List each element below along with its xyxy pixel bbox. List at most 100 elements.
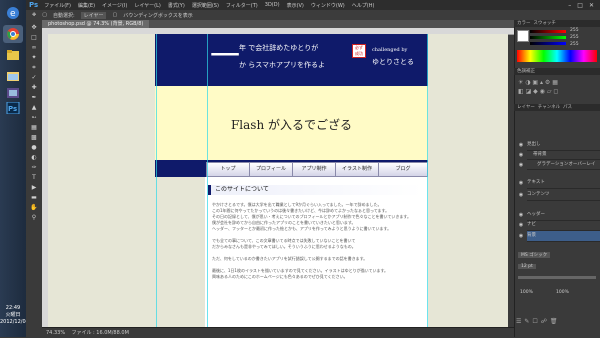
menu-view[interactable]: 表示(V) bbox=[287, 2, 304, 9]
blur-tool-icon[interactable]: ● bbox=[29, 144, 39, 152]
tab-swatch[interactable]: スウォッチ bbox=[533, 21, 556, 26]
panel-footer-icons[interactable]: ☰✎☐☍🗑 bbox=[516, 318, 596, 328]
folder-icon[interactable] bbox=[3, 67, 23, 85]
zoom-tool-icon[interactable]: ⚲ bbox=[29, 214, 39, 222]
color-panel-tab[interactable]: カラー スウォッチ bbox=[514, 20, 600, 27]
tab-color[interactable]: カラー bbox=[517, 21, 531, 26]
para-line: ヘッダー、フッターとか最初に作った絵とかも、アプリを作ってみようと思うように書い… bbox=[212, 226, 392, 231]
adjustments-panel-tab[interactable]: 色調補正 bbox=[514, 68, 600, 75]
file-info: ファイル : 16.0M/88.0M bbox=[71, 330, 129, 336]
eye-icon[interactable]: ◉ bbox=[517, 150, 525, 160]
brush-tool-icon[interactable]: ✒ bbox=[29, 94, 39, 102]
eye-icon[interactable]: ◉ bbox=[517, 178, 525, 188]
layers-panel-tab[interactable]: レイヤー チャンネル パス bbox=[514, 104, 600, 111]
shape-tool-icon[interactable]: ▬ bbox=[29, 194, 39, 202]
layer-row[interactable]: グラデーションオーバーレイ bbox=[527, 160, 600, 170]
adjustment-icons[interactable]: ☀ ◑ ▣ ▴ ⚙ ▦ ◧ ◪ ◆ ◉ ▱ ◻ bbox=[518, 78, 596, 96]
auto-select-label: 自動選択: bbox=[52, 12, 75, 19]
svg-text:e: e bbox=[10, 9, 16, 19]
blue-slider[interactable] bbox=[530, 42, 566, 45]
eyedropper-tool-icon[interactable]: ✓ bbox=[29, 74, 39, 82]
menu-window[interactable]: ウィンドウ(W) bbox=[311, 2, 345, 9]
eye-icon[interactable]: ◉ bbox=[517, 220, 525, 230]
eye-icon[interactable]: ◉ bbox=[517, 160, 525, 170]
pen-tool-icon[interactable]: ✑ bbox=[29, 164, 39, 172]
target-select[interactable]: レイヤー bbox=[80, 11, 107, 19]
lasso-tool-icon[interactable]: ∞ bbox=[29, 44, 39, 52]
menu-3d[interactable]: 3D(D) bbox=[265, 2, 280, 8]
auto-select-checkbox[interactable]: ▢ bbox=[42, 12, 47, 18]
chrome-icon[interactable] bbox=[3, 25, 23, 43]
color-spectrum[interactable] bbox=[517, 50, 597, 62]
menu-edit[interactable]: 編集(E) bbox=[78, 2, 95, 9]
eye-icon[interactable]: ◉ bbox=[517, 210, 525, 220]
para-line: 興味ある人のためにこのホームページにも色々あるのでぜひ見てください。 bbox=[212, 274, 348, 279]
gradient-tool-icon[interactable]: ▩ bbox=[29, 134, 39, 142]
maximize-icon[interactable]: □ bbox=[577, 2, 583, 9]
font-family-select[interactable]: MS ゴシック bbox=[518, 252, 551, 258]
guide-line bbox=[427, 34, 428, 327]
red-slider[interactable] bbox=[530, 30, 566, 33]
path-select-icon[interactable]: ▶ bbox=[29, 184, 39, 192]
windows-taskbar: e Ps 22:49 火曜日 2012/12/04 bbox=[0, 0, 29, 337]
layer-row[interactable]: 帯背景 bbox=[527, 150, 600, 160]
minimize-icon[interactable]: – bbox=[568, 2, 571, 9]
explorer-icon[interactable] bbox=[3, 46, 23, 64]
clock[interactable]: 22:49 火曜日 2012/12/04 bbox=[0, 305, 29, 326]
banner-text: Flash が入るでござる bbox=[230, 118, 353, 132]
transform-checkbox[interactable]: ▢ bbox=[112, 12, 117, 18]
menu-image[interactable]: イメージ(I) bbox=[102, 2, 127, 9]
close-icon[interactable]: ✕ bbox=[589, 2, 594, 9]
marquee-tool-icon[interactable]: □ bbox=[29, 34, 39, 42]
foreground-swatch[interactable] bbox=[517, 30, 529, 42]
type-tool-icon[interactable]: T bbox=[29, 174, 39, 182]
document-tab[interactable]: photoshop.psd @ 74.3% (背景, RGB/8) bbox=[42, 20, 150, 28]
tracking-slider[interactable] bbox=[518, 276, 596, 279]
eye-icon[interactable]: ◉ bbox=[517, 231, 525, 241]
layer-row-selected[interactable]: 背景 bbox=[527, 231, 600, 242]
layer-row[interactable]: ナビ bbox=[527, 220, 600, 231]
heal-tool-icon[interactable]: ✚ bbox=[29, 84, 39, 92]
nav-blog[interactable]: ブログ bbox=[378, 162, 428, 177]
nav-app[interactable]: アプリ制作 bbox=[292, 162, 336, 177]
opacity-field[interactable]: 100% bbox=[520, 290, 533, 295]
clock-time: 22:49 bbox=[5, 305, 21, 311]
menu-select[interactable]: 選択範囲(S) bbox=[192, 2, 219, 9]
crop-tool-icon[interactable]: ⌗ bbox=[29, 64, 39, 72]
zoom-level[interactable]: 74.33% bbox=[46, 330, 65, 336]
ie-icon[interactable]: e bbox=[3, 4, 23, 22]
photoshop-icon[interactable]: Ps bbox=[3, 99, 23, 117]
r-value[interactable]: 255 bbox=[570, 28, 579, 33]
green-slider[interactable] bbox=[530, 36, 566, 39]
layer-row[interactable]: テキスト bbox=[527, 178, 600, 189]
g-value[interactable]: 255 bbox=[570, 35, 579, 40]
section-title: このサイトについて bbox=[208, 185, 422, 195]
document-tab-bar: photoshop.psd @ 74.3% (背景, RGB/8) bbox=[42, 20, 514, 28]
font-size-field[interactable]: 12 pt bbox=[518, 264, 536, 269]
menu-help[interactable]: ヘルプ(H) bbox=[352, 2, 375, 9]
tab-layers[interactable]: レイヤー bbox=[517, 105, 535, 110]
move-tool-icon[interactable]: ✥ bbox=[32, 12, 36, 18]
hand-tool-icon[interactable]: ✋ bbox=[29, 204, 39, 212]
nav-illust[interactable]: イラスト制作 bbox=[335, 162, 379, 177]
eye-icon[interactable]: ◉ bbox=[517, 190, 525, 200]
menu-file[interactable]: ファイル(F) bbox=[44, 2, 71, 9]
nav-profile[interactable]: プロフィール bbox=[249, 162, 293, 177]
eye-icon[interactable]: ◉ bbox=[517, 140, 525, 150]
para-line: だからみなさんも是非やってみてほしい。そういうふうに思わせるようなもの。 bbox=[212, 244, 356, 249]
history-brush-icon[interactable]: ➳ bbox=[29, 114, 39, 122]
b-value[interactable]: 255 bbox=[570, 42, 579, 47]
eraser-tool-icon[interactable]: ▦ bbox=[29, 124, 39, 132]
wand-tool-icon[interactable]: ✦ bbox=[29, 54, 39, 62]
menu-filter[interactable]: フィルター(T) bbox=[226, 2, 258, 9]
menu-type[interactable]: 書式(Y) bbox=[168, 2, 185, 9]
tab-channels[interactable]: チャンネル bbox=[538, 105, 560, 110]
fill-field[interactable]: 100% bbox=[556, 290, 569, 295]
dodge-tool-icon[interactable]: ◐ bbox=[29, 154, 39, 162]
menu-layer[interactable]: レイヤー(L) bbox=[134, 2, 161, 9]
layer-row[interactable]: コンテンツ bbox=[527, 190, 600, 201]
tab-paths[interactable]: パス bbox=[563, 105, 572, 110]
move-tool-icon[interactable]: ✥ bbox=[29, 24, 39, 32]
nav-top[interactable]: トップ bbox=[206, 162, 250, 177]
stamp-tool-icon[interactable]: ▲ bbox=[29, 104, 39, 112]
